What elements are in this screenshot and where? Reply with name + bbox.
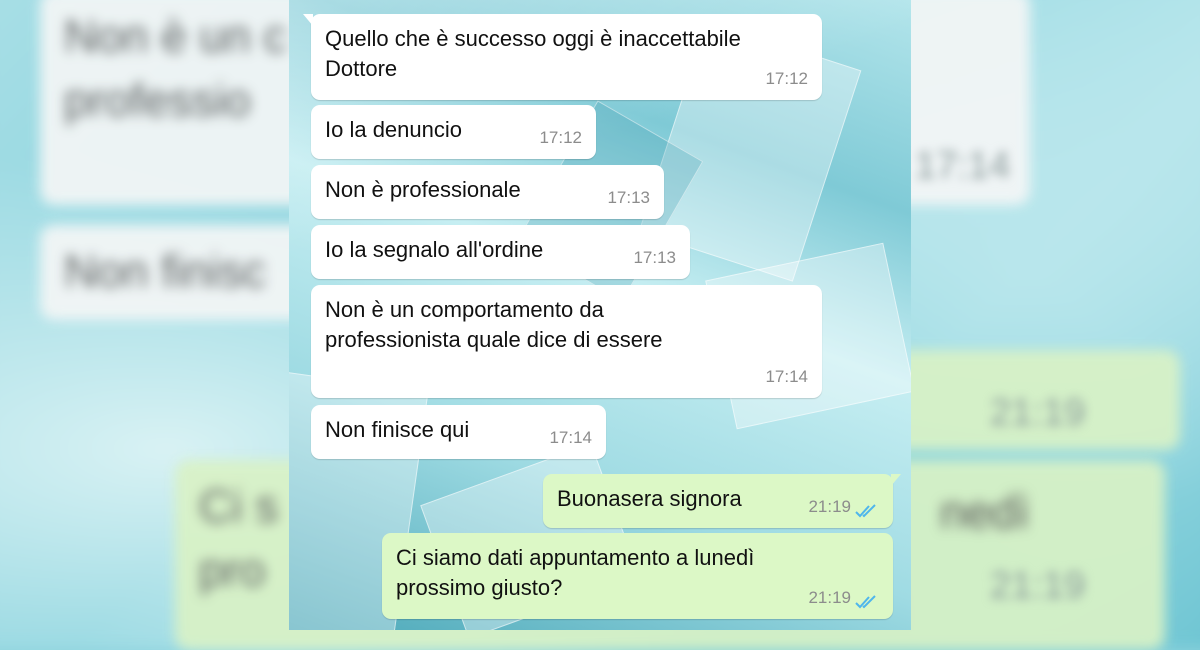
chat-window: Quello che è successo oggi è inaccettabi… xyxy=(289,0,911,630)
message-text: Io la segnalo all'ordine xyxy=(325,237,544,262)
chat-message-incoming[interactable]: Io la denuncio 17:12 xyxy=(311,105,596,159)
message-text: Ci siamo dati appuntamento a lunedì pros… xyxy=(396,545,755,600)
read-receipt-icon xyxy=(855,595,876,609)
message-time: 17:14 xyxy=(549,428,592,447)
chat-message-outgoing[interactable]: Buonasera signora 21:19 xyxy=(543,474,901,528)
background-time: 21:19 xyxy=(990,392,1086,434)
background-time: nedì xyxy=(940,486,1030,538)
message-time: 17:12 xyxy=(539,128,582,147)
background-time: 17:14 xyxy=(915,145,1011,187)
background-time: 21:19 xyxy=(990,565,1086,607)
message-text: Non è professionale xyxy=(325,177,521,202)
bubble-tail xyxy=(303,14,313,26)
chat-message-outgoing[interactable]: Ci siamo dati appuntamento a lunedì pros… xyxy=(382,533,893,619)
message-text: Non è un comportamento da professionista… xyxy=(325,297,663,352)
message-time: 17:13 xyxy=(633,248,676,267)
message-time: 17:12 xyxy=(765,69,808,88)
chat-message-incoming[interactable]: Io la segnalo all'ordine 17:13 xyxy=(311,225,690,279)
message-text: Quello che è successo oggi è inaccettabi… xyxy=(325,26,741,81)
read-receipt-icon xyxy=(855,504,876,518)
chat-message-incoming[interactable]: Non finisce qui 17:14 xyxy=(311,405,606,459)
chat-message-incoming[interactable]: Quello che è successo oggi è inaccettabi… xyxy=(303,14,822,100)
message-time: 17:14 xyxy=(765,367,808,386)
chat-message-incoming[interactable]: Non è professionale 17:13 xyxy=(311,165,664,219)
bubble-tail xyxy=(891,474,901,486)
message-time: 21:19 xyxy=(808,588,851,607)
chat-message-incoming[interactable]: Non è un comportamento da professionista… xyxy=(311,285,822,398)
message-time: 21:19 xyxy=(808,497,851,516)
message-time: 17:13 xyxy=(607,188,650,207)
